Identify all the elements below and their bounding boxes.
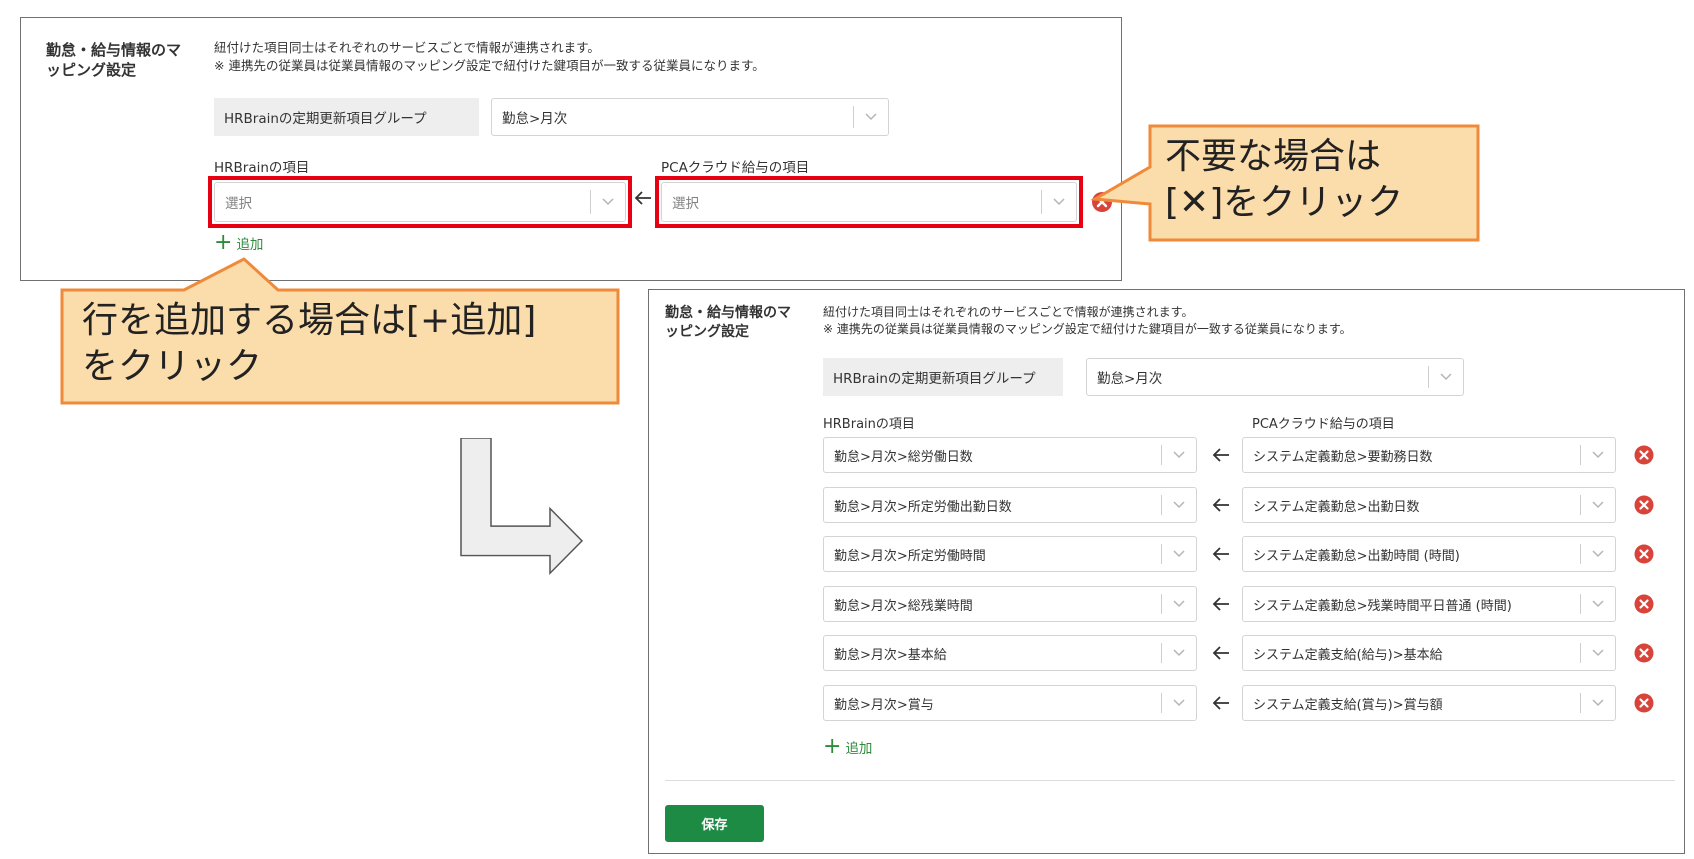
callout-remove-line2: [✕]をクリック	[1165, 182, 1404, 224]
highlight-frame-left	[208, 176, 632, 228]
section-label-line2: ッピング設定	[46, 61, 137, 80]
hrbrain-item-value: 勤怠>月次>総残業時間	[834, 598, 973, 614]
hrbrain-item-select[interactable]: 勤怠>月次>総労働日数	[823, 437, 1197, 473]
chevron-down-icon[interactable]	[1581, 451, 1615, 459]
arrow-left-icon	[1212, 497, 1230, 517]
pca-item-select[interactable]: システム定義支給(賞与)>賞与額	[1242, 685, 1616, 721]
chevron-down-icon[interactable]	[1162, 501, 1196, 509]
hrbrain-item-value: 勤怠>月次>所定労働時間	[834, 548, 986, 564]
hrbrain-item-select[interactable]: 勤怠>月次>賞与	[823, 685, 1197, 721]
pca-item-select[interactable]: システム定義支給(給与)>基本給	[1242, 635, 1616, 671]
add-row-link[interactable]: + 追加	[214, 232, 263, 254]
chevron-down-icon[interactable]	[1581, 600, 1615, 608]
pca-item-select[interactable]: システム定義勤怠>要勤務日数	[1242, 437, 1616, 473]
column-label-pca: PCAクラウド給与の項目	[661, 160, 810, 176]
pca-item-value: システム定義勤怠>要勤務日数	[1253, 449, 1433, 465]
chevron-down-icon[interactable]	[1581, 649, 1615, 657]
callout-remove-line1: 不要な場合は	[1165, 136, 1382, 177]
pca-item-value: システム定義勤怠>出勤時間 (時間)	[1253, 548, 1460, 564]
remove-circle-icon[interactable]	[1634, 495, 1654, 519]
mapping-panel-after: 勤怠・給与情報のマ ッピング設定 紐付けた項目同士はそれぞれのサービスごとで情報…	[648, 289, 1685, 854]
add-row-label: 追加	[845, 741, 873, 757]
add-row-label: 追加	[236, 237, 264, 253]
description-line2: ※ 連携先の従業員は従業員情報のマッピング設定で紐付けた鍵項目が一致する従業員に…	[214, 58, 765, 74]
flow-arrow-icon	[460, 438, 584, 576]
remove-circle-icon[interactable]	[1634, 544, 1654, 568]
hrbrain-item-value: 勤怠>月次>賞与	[834, 697, 934, 713]
section-label-line1: 勤怠・給与情報のマ	[46, 41, 182, 59]
arrow-left-icon	[1212, 447, 1230, 467]
plus-icon: +	[214, 230, 233, 255]
description-line2: ※ 連携先の従業員は従業員情報のマッピング設定で紐付けた鍵項目が一致する従業員に…	[823, 322, 1352, 337]
arrow-left-icon	[1212, 546, 1230, 566]
hrbrain-item-value: 勤怠>月次>所定労働出勤日数	[834, 499, 1012, 515]
pca-item-value: システム定義支給(給与)>基本給	[1253, 647, 1443, 663]
arrow-left-icon	[1212, 645, 1230, 665]
mapping-panel-before: 勤怠・給与情報のマ ッピング設定 紐付けた項目同士はそれぞれのサービスごとで情報…	[20, 17, 1122, 281]
chevron-down-icon[interactable]	[1429, 373, 1463, 381]
hrbrain-item-value: 勤怠>月次>基本給	[834, 647, 947, 663]
column-label-hrbrain: HRBrainの項目	[214, 160, 310, 176]
group-select[interactable]: 勤怠>月次	[1086, 358, 1464, 396]
group-select-value: 勤怠>月次	[502, 111, 568, 127]
chevron-down-icon[interactable]	[1162, 451, 1196, 459]
remove-circle-icon[interactable]	[1634, 693, 1654, 717]
highlight-frame-right	[655, 176, 1083, 228]
group-select-value: 勤怠>月次	[1097, 371, 1163, 387]
callout-remove-text: 不要な場合は [✕]をクリック	[1165, 134, 1403, 226]
group-select[interactable]: 勤怠>月次	[491, 98, 889, 136]
callout-add-line1: 行を追加する場合は[+追加]	[82, 300, 537, 341]
hrbrain-item-value: 勤怠>月次>総労働日数	[834, 449, 973, 465]
hrbrain-item-select[interactable]: 勤怠>月次>基本給	[823, 635, 1197, 671]
pca-item-select[interactable]: システム定義勤怠>出勤時間 (時間)	[1242, 536, 1616, 572]
section-label: 勤怠・給与情報のマ ッピング設定	[46, 40, 181, 81]
description: 紐付けた項目同士はそれぞれのサービスごとで情報が連携されます。 ※ 連携先の従業…	[214, 39, 765, 75]
section-label: 勤怠・給与情報のマ ッピング設定	[665, 304, 791, 342]
hrbrain-item-select[interactable]: 勤怠>月次>所定労働時間	[823, 536, 1197, 572]
description: 紐付けた項目同士はそれぞれのサービスごとで情報が連携されます。 ※ 連携先の従業…	[823, 304, 1352, 339]
chevron-down-icon[interactable]	[854, 113, 888, 121]
plus-icon: +	[823, 734, 842, 759]
chevron-down-icon[interactable]	[1162, 649, 1196, 657]
divider	[665, 780, 1675, 781]
group-label: HRBrainの定期更新項目グループ	[823, 358, 1063, 396]
description-line1: 紐付けた項目同士はそれぞれのサービスごとで情報が連携されます。	[214, 40, 600, 55]
remove-circle-icon[interactable]	[1634, 643, 1654, 667]
chevron-down-icon[interactable]	[1162, 550, 1196, 558]
chevron-down-icon[interactable]	[1162, 699, 1196, 707]
callout-add-line2: をクリック	[82, 346, 263, 388]
add-row-link[interactable]: + 追加	[823, 736, 872, 758]
callout-add-text: 行を追加する場合は[+追加] をクリック	[82, 298, 536, 390]
pca-item-value: システム定義勤怠>残業時間平日普通 (時間)	[1253, 598, 1512, 614]
hrbrain-item-select[interactable]: 勤怠>月次>所定労働出勤日数	[823, 487, 1197, 523]
section-label-line1: 勤怠・給与情報のマ	[665, 305, 791, 321]
remove-circle-icon[interactable]	[1634, 594, 1654, 618]
hrbrain-item-select[interactable]: 勤怠>月次>総残業時間	[823, 586, 1197, 622]
save-button[interactable]: 保存	[665, 805, 764, 842]
column-label-hrbrain: HRBrainの項目	[823, 417, 915, 432]
arrow-left-icon	[634, 190, 652, 210]
arrow-left-icon	[1212, 596, 1230, 616]
chevron-down-icon[interactable]	[1581, 550, 1615, 558]
pca-item-value: システム定義支給(賞与)>賞与額	[1253, 697, 1443, 713]
pca-item-select[interactable]: システム定義勤怠>出勤日数	[1242, 487, 1616, 523]
pca-item-value: システム定義勤怠>出勤日数	[1253, 499, 1420, 515]
chevron-down-icon[interactable]	[1581, 699, 1615, 707]
section-label-line2: ッピング設定	[665, 323, 749, 340]
arrow-left-icon	[1212, 695, 1230, 715]
remove-circle-icon[interactable]	[1634, 445, 1654, 469]
pca-item-select[interactable]: システム定義勤怠>残業時間平日普通 (時間)	[1242, 586, 1616, 622]
group-label: HRBrainの定期更新項目グループ	[214, 98, 479, 136]
column-label-pca: PCAクラウド給与の項目	[1252, 417, 1395, 432]
chevron-down-icon[interactable]	[1162, 600, 1196, 608]
description-line1: 紐付けた項目同士はそれぞれのサービスごとで情報が連携されます。	[823, 305, 1194, 319]
chevron-down-icon[interactable]	[1581, 501, 1615, 509]
